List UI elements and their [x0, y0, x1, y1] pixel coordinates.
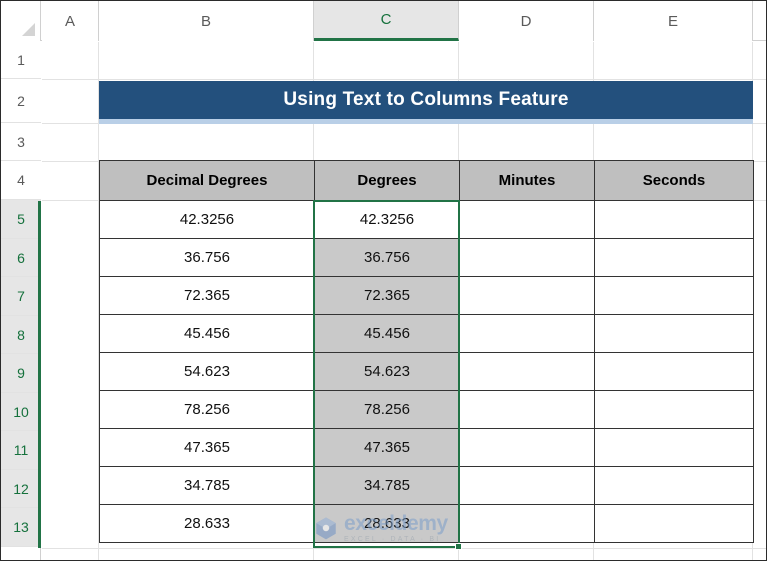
cell-seconds[interactable]	[594, 428, 754, 467]
table-row: 47.365 47.365	[99, 428, 754, 467]
cell-decimal-degrees[interactable]: 28.633	[99, 504, 315, 543]
column-header-d[interactable]: D	[459, 1, 594, 41]
cell-seconds[interactable]	[594, 466, 754, 505]
cell-degrees[interactable]: 42.3256	[314, 200, 460, 239]
cell-minutes[interactable]	[459, 238, 595, 277]
gridline-horizontal	[42, 548, 766, 549]
cell-minutes[interactable]	[459, 428, 595, 467]
cell-degrees[interactable]: 45.456	[314, 314, 460, 353]
row-header-2[interactable]: 2	[1, 79, 41, 123]
table-row: 42.3256 42.3256	[99, 200, 754, 239]
row-header-4[interactable]: 4	[1, 161, 41, 200]
row-header-10[interactable]: 10	[1, 393, 41, 431]
excel-worksheet: A B C D E 1 2 3 4 5 6 7 8 9 10 11 12 13	[0, 0, 767, 561]
cell-minutes[interactable]	[459, 466, 595, 505]
cell-decimal-degrees[interactable]: 42.3256	[99, 200, 315, 239]
row-header-7[interactable]: 7	[1, 277, 41, 316]
row-header-strip: 1 2 3 4 5 6 7 8 9 10 11 12 13	[1, 41, 41, 560]
select-all-button[interactable]	[1, 1, 41, 41]
cell-minutes[interactable]	[459, 352, 595, 391]
table-row: 78.256 78.256	[99, 390, 754, 429]
row-header-5[interactable]: 5	[1, 200, 41, 239]
table-row: 34.785 34.785	[99, 466, 754, 505]
cell-degrees[interactable]: 47.365	[314, 428, 460, 467]
cell-seconds[interactable]	[594, 200, 754, 239]
row-header-11[interactable]: 11	[1, 431, 41, 470]
gridline-horizontal	[42, 79, 766, 80]
row-header-12[interactable]: 12	[1, 470, 41, 508]
cell-minutes[interactable]	[459, 200, 595, 239]
cell-degrees[interactable]: 36.756	[314, 238, 460, 277]
cell-degrees[interactable]: 72.365	[314, 276, 460, 315]
column-header-c[interactable]: C	[314, 1, 459, 41]
cell-minutes[interactable]	[459, 504, 595, 543]
cell-decimal-degrees[interactable]: 54.623	[99, 352, 315, 391]
column-header-e[interactable]: E	[594, 1, 753, 41]
cell-seconds[interactable]	[594, 504, 754, 543]
row-header-9[interactable]: 9	[1, 354, 41, 393]
cell-minutes[interactable]	[459, 276, 595, 315]
table-row: 28.633 28.633	[99, 504, 754, 543]
cell-degrees[interactable]: 34.785	[314, 466, 460, 505]
cell-minutes[interactable]	[459, 390, 595, 429]
column-header-degrees: Degrees	[314, 160, 460, 201]
row-header-1[interactable]: 1	[1, 41, 41, 79]
table-row: 36.756 36.756	[99, 238, 754, 277]
cell-decimal-degrees[interactable]: 34.785	[99, 466, 315, 505]
sheet-title-banner: Using Text to Columns Feature	[99, 81, 753, 124]
cell-seconds[interactable]	[594, 390, 754, 429]
cell-minutes[interactable]	[459, 314, 595, 353]
table-header-row: Decimal Degrees Degrees Minutes Seconds	[99, 160, 754, 201]
table-row: 45.456 45.456	[99, 314, 754, 353]
table-row: 54.623 54.623	[99, 352, 754, 391]
row-header-8[interactable]: 8	[1, 316, 41, 354]
cell-seconds[interactable]	[594, 238, 754, 277]
column-header-seconds: Seconds	[594, 160, 754, 201]
column-header-a[interactable]: A	[42, 1, 99, 41]
data-table: Decimal Degrees Degrees Minutes Seconds …	[99, 160, 754, 543]
cell-degrees[interactable]: 78.256	[314, 390, 460, 429]
row-header-6[interactable]: 6	[1, 239, 41, 277]
page-title: Using Text to Columns Feature	[283, 89, 569, 110]
cell-decimal-degrees[interactable]: 78.256	[99, 390, 315, 429]
row-header-3[interactable]: 3	[1, 123, 41, 161]
fill-handle[interactable]	[455, 543, 462, 550]
cell-degrees[interactable]: 28.633	[314, 504, 460, 543]
select-all-triangle-icon	[22, 23, 35, 36]
row-header-13[interactable]: 13	[1, 508, 41, 547]
cell-decimal-degrees[interactable]: 47.365	[99, 428, 315, 467]
cell-decimal-degrees[interactable]: 72.365	[99, 276, 315, 315]
row-selection-indicator	[38, 201, 41, 548]
cell-degrees[interactable]: 54.623	[314, 352, 460, 391]
cell-seconds[interactable]	[594, 314, 754, 353]
cell-seconds[interactable]	[594, 352, 754, 391]
cell-decimal-degrees[interactable]: 45.456	[99, 314, 315, 353]
cell-decimal-degrees[interactable]: 36.756	[99, 238, 315, 277]
column-header-strip: A B C D E	[1, 1, 766, 41]
column-header-decimal-degrees: Decimal Degrees	[99, 160, 315, 201]
table-row: 72.365 72.365	[99, 276, 754, 315]
column-header-b[interactable]: B	[99, 1, 314, 41]
column-header-minutes: Minutes	[459, 160, 595, 201]
cell-seconds[interactable]	[594, 276, 754, 315]
